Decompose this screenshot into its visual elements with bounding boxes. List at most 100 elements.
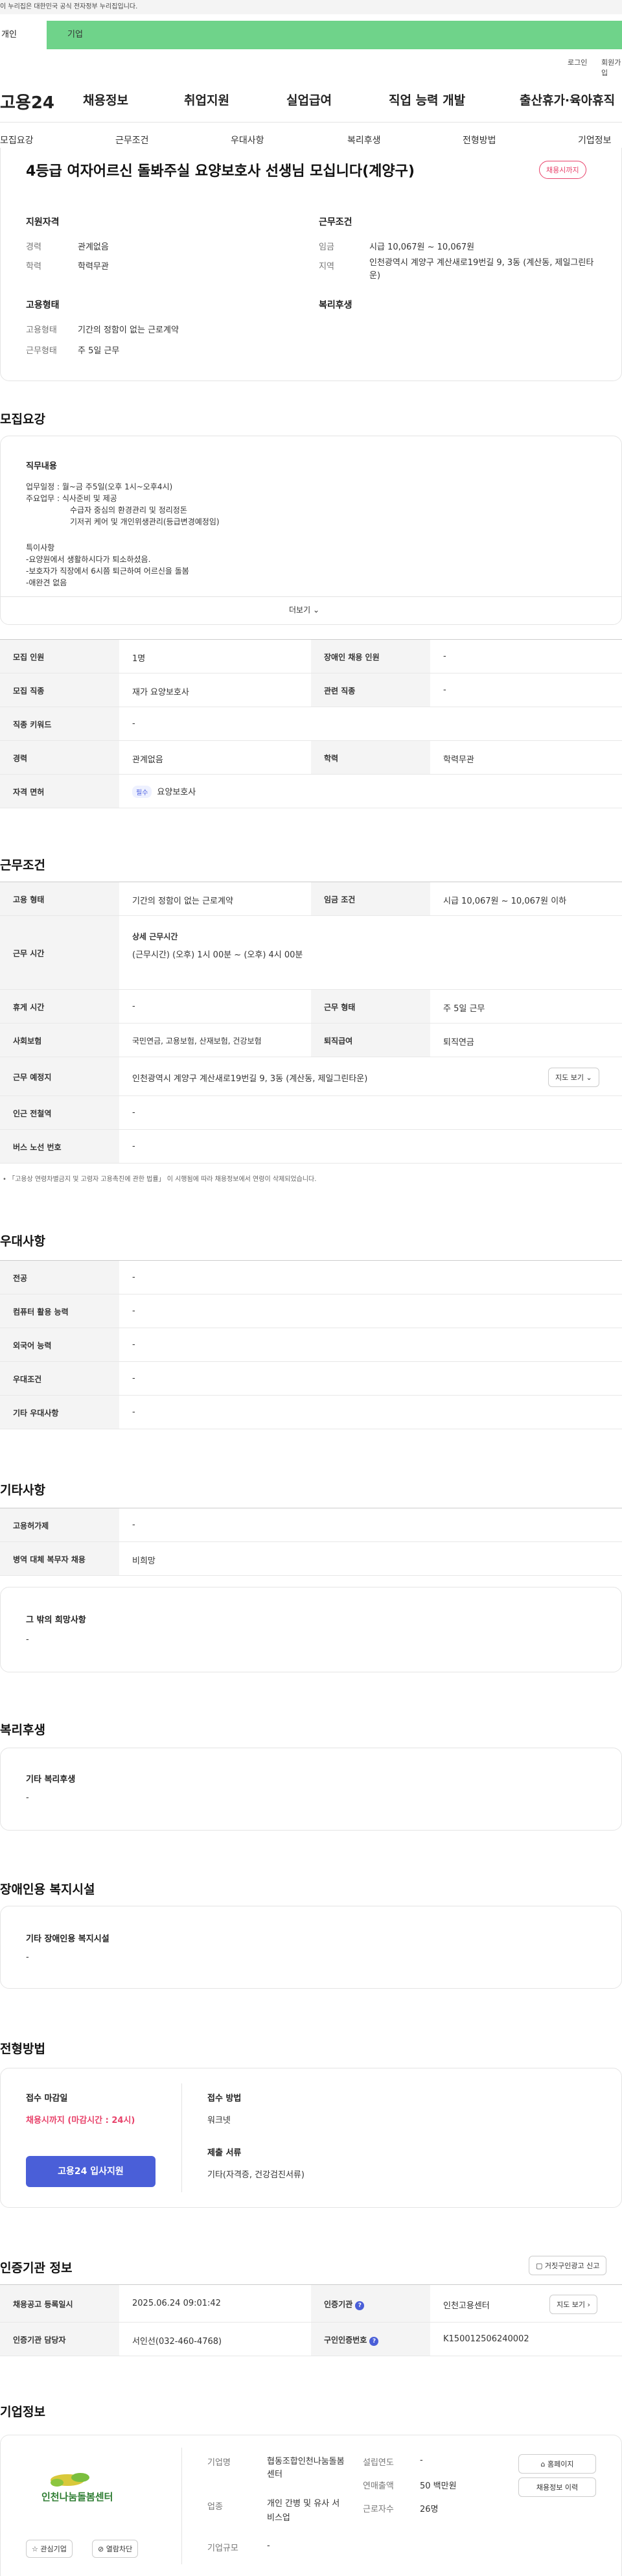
block-view-button[interactable]: ⊘ 열람차단 bbox=[92, 2540, 139, 2558]
user-type-tabs bbox=[0, 21, 622, 49]
row-value: - bbox=[132, 1142, 135, 1151]
area-value: 인천광역시 계양구 계산새로19번길 9, 3동 (계산동, 제일그린타운) bbox=[369, 258, 594, 281]
login-link[interactable]: 로그인 bbox=[568, 57, 587, 67]
anchor-selection[interactable]: 전형방법 bbox=[463, 134, 496, 146]
anchor-welfare[interactable]: 복리후생 bbox=[347, 134, 381, 146]
duty-line: 수급자 중심의 환경관리 및 정리정돈 bbox=[70, 506, 187, 515]
agency-section-title: 인증기관 정보 bbox=[0, 2261, 73, 2275]
company-logo: 인천나눔돌봄센터 bbox=[41, 2473, 113, 2503]
tab-individual[interactable]: 개인 bbox=[0, 21, 47, 49]
duty-line: 기저귀 케어 및 개인위생관리(등급변경예정임) bbox=[70, 517, 220, 526]
table-row bbox=[0, 1096, 622, 1130]
agency-map-button[interactable]: 지도 보기 › bbox=[549, 2295, 597, 2314]
table-row bbox=[0, 2285, 622, 2323]
gnb-jobs[interactable]: 채용정보 bbox=[83, 91, 128, 108]
row-key: 고용허가제 bbox=[13, 1521, 49, 1530]
row-key: 컴퓨터 활용 능력 bbox=[13, 1307, 69, 1317]
row-value: - bbox=[443, 685, 446, 695]
block-icon: ⊘ bbox=[98, 2545, 106, 2553]
signup-link[interactable]: 회원가입 bbox=[601, 57, 622, 78]
duty-line: -애완견 없음 bbox=[26, 578, 67, 587]
gnb-unemployment-benefit[interactable]: 실업급여 bbox=[286, 91, 332, 108]
table-row bbox=[0, 1024, 622, 1057]
info-icon[interactable]: ? bbox=[355, 2301, 365, 2310]
duty-line: 업무일정 : 월~금 주5일(오후 1시~오후4시) bbox=[26, 482, 173, 491]
row-key: 인근 전철역 bbox=[13, 1109, 52, 1118]
interest-company-button[interactable]: ☆ 관심기업 bbox=[26, 2540, 73, 2558]
chevron-down-icon: ⌄ bbox=[586, 1073, 592, 1082]
required-tag: 필수 bbox=[132, 786, 152, 798]
row-value: 퇴직연금 bbox=[443, 1038, 474, 1048]
status-badge: 채용시까지 bbox=[539, 161, 586, 179]
row-key: 임금 조건 bbox=[324, 895, 356, 904]
company-sales-value: 50 백만원 bbox=[420, 2481, 457, 2491]
wage-value: 시급 10,067원 ~ 10,067원 bbox=[369, 242, 475, 252]
disabled-section-title: 장애인용 복지시설 bbox=[0, 1882, 95, 1897]
company-size-value: - bbox=[267, 2541, 270, 2551]
gnb-employment-support[interactable]: 취업지원 bbox=[184, 91, 229, 108]
job-history-button[interactable]: 채용정보 이력 bbox=[518, 2477, 596, 2497]
duty-line: 주요업무 : 식사준비 및 제공 bbox=[26, 494, 117, 503]
hope-value: - bbox=[26, 1635, 29, 1645]
gnb-parental-leave[interactable]: 출산휴가·육아휴직 bbox=[520, 91, 615, 108]
company-biz-value: 개인 간병 및 유사 서비스업 bbox=[267, 2499, 340, 2523]
row-key: 휴게 시간 bbox=[13, 1003, 45, 1012]
row-key: 모집 인원 bbox=[13, 653, 45, 662]
row-value: 관계없음 bbox=[132, 755, 163, 765]
pref-section-title: 우대사항 bbox=[0, 1234, 45, 1248]
row-key: 근무 시간 bbox=[13, 949, 45, 958]
welfare-card bbox=[0, 1748, 622, 1831]
row-value: - bbox=[132, 1306, 135, 1316]
table-row bbox=[0, 1130, 622, 1164]
gnb-vocational-training[interactable]: 직업 능력 개발 bbox=[389, 91, 465, 108]
anchor-company[interactable]: 기업정보 bbox=[578, 134, 612, 146]
edu-value: 학력무관 bbox=[78, 262, 109, 272]
row-value: 시급 10,067원 ~ 10,067원 이하 bbox=[443, 896, 567, 906]
table-row bbox=[0, 1396, 622, 1429]
career-label: 경력 bbox=[26, 242, 41, 252]
anchor-work[interactable]: 근무조건 bbox=[115, 134, 149, 146]
document-icon: ▢ bbox=[536, 2262, 545, 2270]
row-key: 기타 우대사항 bbox=[13, 1409, 59, 1418]
site-logo[interactable]: 고용24 bbox=[0, 89, 54, 113]
row-value: 비희망 bbox=[132, 1556, 156, 1566]
star-icon: ☆ bbox=[32, 2545, 41, 2553]
report-fake-ad-button[interactable]: ▢ 거짓구인광고 신고 bbox=[529, 2256, 607, 2275]
etc-section-title: 기타사항 bbox=[0, 1483, 45, 1497]
anchor-recruit[interactable]: 모집요강 bbox=[0, 134, 34, 146]
tab-business[interactable]: 기업 bbox=[67, 21, 83, 49]
duty-line: -보호자가 직장에서 6시쯤 퇴근하여 어르신을 돌봄 bbox=[26, 567, 189, 576]
row-key: 외국어 능력 bbox=[13, 1341, 52, 1350]
homepage-button[interactable]: ⌂ 홈페이지 bbox=[518, 2454, 596, 2474]
row-key: 장애인 채용 인원 bbox=[324, 653, 380, 662]
row-key: 직종 키워드 bbox=[13, 720, 52, 729]
recruit-section-title: 모집요강 bbox=[0, 412, 45, 427]
anchor-pref[interactable]: 우대사항 bbox=[231, 134, 264, 146]
duty-line: 특이사항 bbox=[26, 543, 55, 552]
company-name-label: 기업명 bbox=[207, 2458, 231, 2468]
docs-value: 기타(자격증, 건강검진서류) bbox=[207, 2170, 305, 2180]
row-key: 채용공고 등록일시 bbox=[13, 2300, 73, 2309]
row-value: 국민연금, 고용보험, 산재보험, 건강보험 bbox=[132, 1036, 262, 1046]
home-icon: ⌂ bbox=[540, 2460, 547, 2468]
row-value: K150012506240002 bbox=[443, 2334, 529, 2344]
more-divider bbox=[1, 596, 621, 597]
company-section-title: 기업정보 bbox=[0, 2405, 45, 2419]
hours-detail-title: 상세 근무시간 bbox=[132, 932, 178, 941]
row-value: - bbox=[132, 1374, 135, 1383]
info-icon[interactable]: ? bbox=[369, 2337, 379, 2346]
gov-banner-text: 이 누리집은 대한민국 공식 전자정부 누리집입니다. bbox=[0, 3, 138, 10]
info-bullet-icon: • bbox=[3, 1176, 9, 1183]
age-notice: • 「고용상 연령차별금지 및 고령자 고용촉진에 관한 법률」 이 시행됨에 … bbox=[3, 1176, 317, 1183]
company-year-label: 설립연도 bbox=[363, 2458, 394, 2468]
more-button[interactable]: 더보기 ⌄ bbox=[289, 604, 319, 615]
method-title: 접수 방법 bbox=[207, 2094, 242, 2103]
emp-label: 고용형태 bbox=[26, 325, 57, 335]
apply-button[interactable]: 고용24 입사지원 bbox=[26, 2156, 156, 2187]
table-row bbox=[0, 990, 622, 1024]
logo-text: 인천나눔돌봄센터 bbox=[41, 2491, 113, 2503]
table-row bbox=[0, 775, 622, 808]
map-button[interactable]: 지도 보기 ⌄ bbox=[548, 1068, 599, 1087]
wage-label: 임금 bbox=[319, 242, 334, 252]
area-label: 지역 bbox=[319, 262, 334, 272]
